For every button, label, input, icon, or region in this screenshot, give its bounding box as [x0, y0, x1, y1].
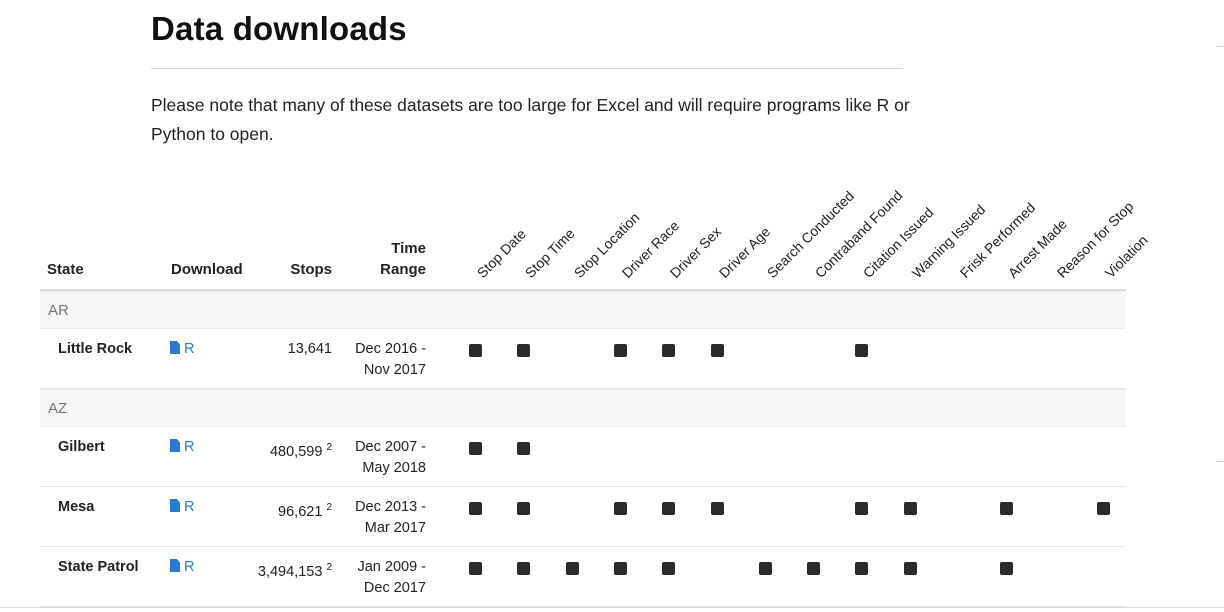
stops-value: 96,621: [278, 503, 323, 520]
available-indicator-arrest-made: [1000, 562, 1014, 575]
table-row: State Patrol R 3,494,153 2 Jan 2009 - Dec 2…: [40, 547, 1126, 607]
available-indicator-driver-race: [613, 502, 627, 515]
available-indicator-stop-date: [469, 502, 482, 515]
available-indicator-driver-sex: [662, 562, 676, 575]
table-row: Little Rock R 13,641 Dec 2016 - Nov 2017: [40, 329, 1126, 389]
time-range: Dec 2013 - Mar 2017: [355, 499, 426, 536]
header-download: Download: [171, 261, 243, 278]
header-search-conducted: Search Conducted: [763, 187, 857, 281]
city-name: State Patrol: [58, 559, 139, 575]
download-label: R: [184, 559, 195, 575]
header-contraband-found: Contraband Found: [811, 187, 906, 281]
available-indicator-driver-sex: [662, 344, 676, 357]
download-label: R: [184, 439, 195, 455]
state-label: AR: [48, 302, 69, 319]
available-indicator-driver-sex: [662, 502, 676, 515]
available-indicator-stop-time: [517, 344, 531, 357]
footnote-marker[interactable]: 2: [326, 562, 332, 573]
available-indicator-driver-race: [613, 344, 627, 357]
dataset-size-note: Please note that many of these datasets …: [151, 95, 910, 144]
table-row: Gilbert R 480,599 2 Dec 2007 - May 2018: [40, 427, 1126, 487]
file-icon: [170, 499, 180, 512]
available-indicator-violation: [1096, 502, 1110, 515]
stops-count: 480,599 2: [252, 437, 332, 463]
scroll-edge-marker: [1216, 461, 1224, 462]
stops-value: 480,599: [269, 443, 323, 460]
footnote-marker[interactable]: 2: [326, 502, 332, 513]
available-indicator-stop-time: [517, 442, 531, 455]
download-r-link[interactable]: R: [170, 557, 194, 578]
stops-value: 3,494,153: [257, 563, 323, 580]
available-indicator-arrest-made: [1000, 502, 1014, 515]
file-icon: [170, 439, 180, 452]
download-r-link[interactable]: R: [170, 497, 194, 518]
download-r-link[interactable]: R: [170, 437, 194, 458]
available-indicator-driver-age: [710, 344, 724, 357]
state-label: AZ: [48, 400, 68, 417]
file-icon: [170, 559, 180, 572]
stops-count: 96,621 2: [252, 497, 332, 523]
time-range: Dec 2016 - Nov 2017: [355, 341, 426, 378]
available-indicator-warning-issued: [903, 502, 917, 515]
available-indicator-stop-date: [469, 442, 482, 455]
city-name: Gilbert: [58, 439, 105, 455]
download-label: R: [184, 499, 195, 515]
available-indicator-warning-issued: [903, 562, 917, 575]
available-indicator-stop-date: [469, 344, 482, 357]
state-group-header: AZ: [40, 389, 1126, 427]
city-name: Little Rock: [58, 341, 133, 357]
stops-value: 13,641: [287, 341, 332, 357]
available-indicator-citation-issued: [855, 562, 869, 575]
state-group-header: AR: [40, 291, 1126, 329]
time-range: Dec 2007 - May 2018: [355, 439, 426, 476]
stops-count: 13,641: [252, 339, 332, 360]
header-stop-date: Stop Date: [473, 225, 530, 281]
available-indicator-search-conducted: [758, 562, 772, 575]
header-violation: Violation: [1101, 231, 1151, 281]
available-indicator-stop-time: [517, 562, 531, 575]
available-indicator-stop-location: [565, 562, 579, 575]
available-indicator-stop-time: [517, 502, 531, 515]
scroll-edge-marker: [1216, 46, 1224, 47]
available-indicator-contraband-found: [807, 562, 821, 575]
download-label: R: [184, 341, 195, 357]
stops-count: 3,494,153 2: [252, 557, 332, 583]
header-driver-age: Driver Age: [715, 223, 773, 281]
city-name: Mesa: [58, 499, 95, 515]
file-icon: [170, 341, 180, 354]
header-stop-time: Stop Time: [521, 225, 578, 281]
page-title: Data downloads: [151, 10, 407, 47]
time-range: Jan 2009 - Dec 2017: [357, 559, 426, 596]
table-row: Mesa R 96,621 2 Dec 2013 - Mar 2017: [40, 487, 1126, 547]
page-bottom-divider: [0, 607, 1224, 608]
available-indicator-citation-issued: [855, 344, 869, 357]
available-indicator-citation-issued: [855, 502, 869, 515]
header-state: State: [47, 261, 84, 278]
title-divider: [151, 68, 903, 69]
available-indicator-stop-date: [469, 562, 482, 575]
available-indicator-driver-age: [710, 502, 724, 515]
footnote-marker[interactable]: 2: [326, 442, 332, 453]
download-r-link[interactable]: R: [170, 339, 194, 360]
available-indicator-driver-race: [613, 562, 627, 575]
header-stops: Stops: [290, 261, 332, 278]
header-time-range: Time Range: [380, 240, 426, 278]
